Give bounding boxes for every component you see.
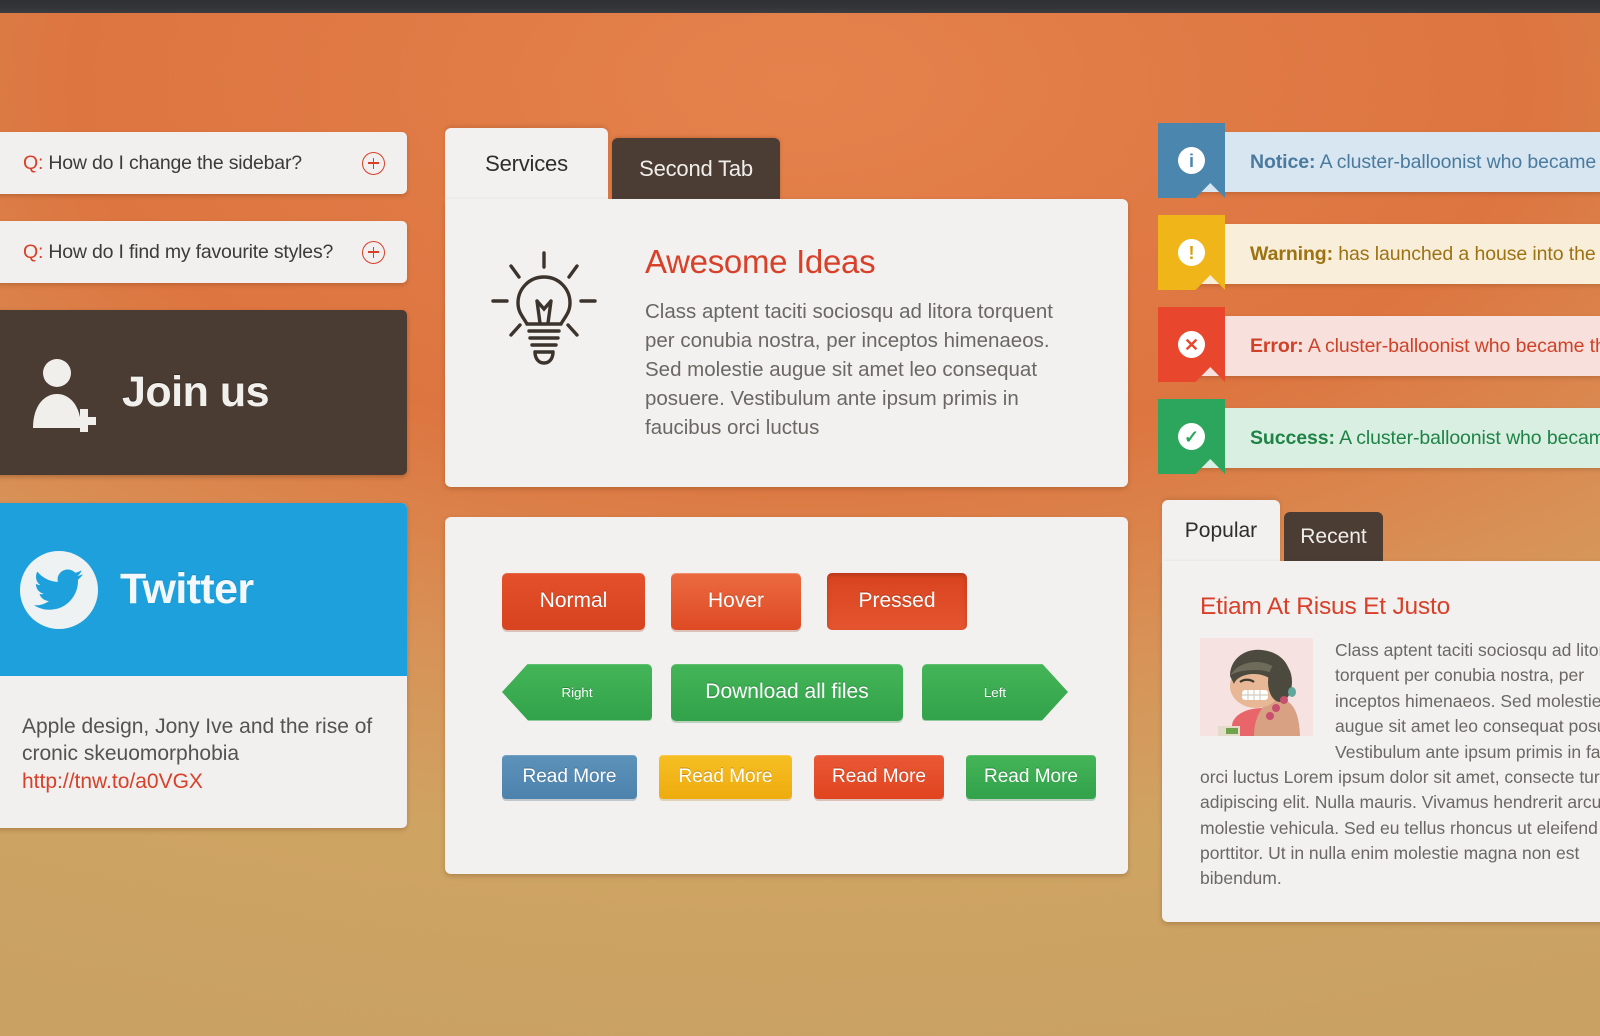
twitter-bird-icon xyxy=(20,550,98,629)
lightbulb-icon xyxy=(489,243,629,443)
tab-services[interactable]: Services xyxy=(445,128,608,200)
twitter-widget: Twitter Apple design, Jony Ive and the r… xyxy=(0,503,407,828)
faq-q-prefix: Q: xyxy=(23,240,44,263)
warning-glyph: ! xyxy=(1178,239,1205,266)
services-tab-bar: Second Tab Services xyxy=(445,128,1128,200)
info-glyph: i xyxy=(1178,147,1205,174)
plus-circle-icon[interactable] xyxy=(362,240,385,264)
read-more-button-green[interactable]: Read More xyxy=(966,754,1096,799)
read-more-button-blue[interactable]: Read More xyxy=(502,754,637,799)
alert-title: Warning: xyxy=(1250,242,1333,265)
button-hover[interactable]: Hover xyxy=(671,572,801,630)
alert-text: A cluster-balloonist who became th xyxy=(1315,150,1600,173)
buttons-showcase-panel: Normal Hover Pressed Right Download all … xyxy=(445,516,1128,874)
check-icon: ✓ xyxy=(1158,399,1225,474)
tab-recent[interactable]: Recent xyxy=(1284,512,1383,562)
button-row-read-more: Read More Read More Read More Read More xyxy=(502,754,1128,799)
button-row-states: Normal Hover Pressed xyxy=(502,572,1128,630)
service-content: Awesome Ideas Class aptent taciti socios… xyxy=(629,243,1088,443)
twitter-label: Twitter xyxy=(120,565,254,613)
alert-warning: ! Warning: has launched a house into the… xyxy=(1158,215,1600,290)
twitter-body: Apple design, Jony Ive and the rise of c… xyxy=(0,676,407,828)
post-title[interactable]: Etiam At Risus Et Justo xyxy=(1200,593,1600,621)
error-icon: ✕ xyxy=(1158,307,1225,382)
alert-message: Error: A cluster-balloonist who became t… xyxy=(1250,335,1600,358)
tweet-link[interactable]: http://tnw.to/a0VGX xyxy=(22,770,377,794)
faq-question-text: How do I find my favourite styles? xyxy=(43,240,334,263)
faq-q-prefix: Q: xyxy=(23,151,44,174)
right-sidebar: i Notice: A cluster-balloonist who becam… xyxy=(1158,123,1600,922)
tab-second-tab[interactable]: Second Tab xyxy=(612,138,780,200)
button-download-all-files[interactable]: Download all files xyxy=(671,663,903,721)
warning-icon: ! xyxy=(1158,215,1225,290)
alert-message: Warning: has launched a house into the s… xyxy=(1250,243,1600,266)
error-glyph: ✕ xyxy=(1178,331,1205,358)
join-us-widget[interactable]: Join us xyxy=(0,310,407,475)
alert-title: Success: xyxy=(1250,426,1335,449)
tab-popular[interactable]: Popular xyxy=(1162,500,1280,562)
read-more-button-yellow[interactable]: Read More xyxy=(659,754,792,799)
faq-question: Q: How do I change the sidebar? xyxy=(23,152,362,175)
check-glyph: ✓ xyxy=(1178,423,1205,450)
button-pressed[interactable]: Pressed xyxy=(827,572,967,630)
button-normal[interactable]: Normal xyxy=(502,572,645,630)
top-browser-bar xyxy=(0,0,1600,13)
popular-posts-panel: Etiam At Risus Et Justo Class aptent tac… xyxy=(1162,561,1600,922)
tweet-text: Apple design, Jony Ive and the rise of c… xyxy=(22,715,373,765)
info-icon: i xyxy=(1158,123,1225,198)
twitter-header[interactable]: Twitter xyxy=(0,503,407,676)
alert-message: Success: A cluster-balloonist who became… xyxy=(1250,427,1600,450)
service-title: Awesome Ideas xyxy=(645,243,876,280)
service-body-text: Class aptent taciti sociosqu ad litora t… xyxy=(645,300,1053,440)
services-panel: Awesome Ideas Class aptent taciti socios… xyxy=(445,199,1128,487)
button-row-ribbons: Right Download all files Left xyxy=(502,663,1128,721)
alert-text: has launched a house into the sky xyxy=(1338,242,1600,265)
page-stage: Q: How do I change the sidebar? Q: How d… xyxy=(0,13,1600,1036)
faq-question-text: How do I change the sidebar? xyxy=(43,151,302,174)
user-add-icon xyxy=(30,354,102,432)
alert-title: Error: xyxy=(1250,334,1304,357)
center-column: Second Tab Services Awesome Ideas Class … xyxy=(445,128,1128,874)
popular-tab-bar: Recent Popular xyxy=(1162,500,1600,562)
faq-item-styles[interactable]: Q: How do I find my favourite styles? xyxy=(0,221,407,283)
faq-item-sidebar[interactable]: Q: How do I change the sidebar? xyxy=(0,132,407,194)
alert-text: A cluster-balloonist who became the f xyxy=(1303,334,1600,357)
alert-notice: i Notice: A cluster-balloonist who becam… xyxy=(1158,123,1600,198)
alert-text: A cluster-balloonist who became th xyxy=(1339,426,1600,449)
alert-title: Notice: xyxy=(1250,150,1316,173)
faq-question: Q: How do I find my favourite styles? xyxy=(23,241,362,264)
join-us-label: Join us xyxy=(122,368,270,416)
plus-circle-icon[interactable] xyxy=(362,151,385,175)
button-right-arrow[interactable]: Right xyxy=(502,663,652,721)
alert-success: ✓ Success: A cluster-balloonist who beca… xyxy=(1158,399,1600,474)
caricature-woman-avatar[interactable] xyxy=(1200,638,1313,736)
left-sidebar: Q: How do I change the sidebar? Q: How d… xyxy=(0,132,407,828)
button-left-arrow[interactable]: Left xyxy=(922,664,1068,721)
alert-message: Notice: A cluster-balloonist who became … xyxy=(1250,151,1600,174)
alert-error: ✕ Error: A cluster-balloonist who became… xyxy=(1158,307,1600,382)
read-more-button-red[interactable]: Read More xyxy=(814,754,944,799)
